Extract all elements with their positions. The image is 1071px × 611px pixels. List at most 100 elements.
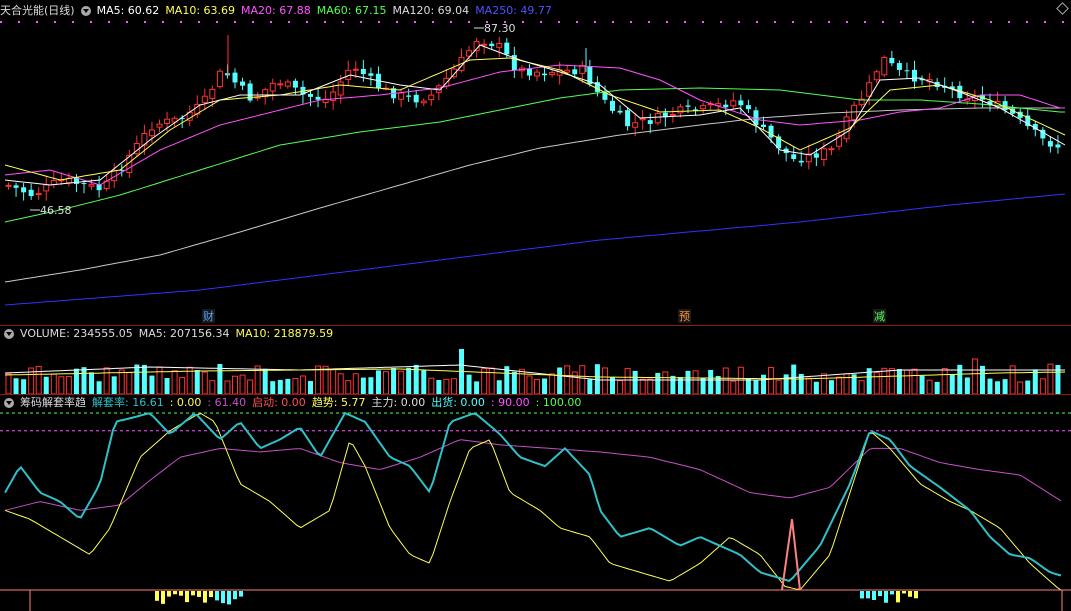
candle-body — [262, 89, 269, 98]
candle-body — [315, 96, 321, 100]
volume-bar — [662, 371, 669, 395]
volume-bar — [745, 378, 751, 394]
candle-body — [738, 100, 744, 106]
candle-body — [723, 104, 729, 108]
volume-bar — [428, 377, 435, 395]
volume-bar — [911, 368, 918, 395]
candle-body — [164, 118, 171, 125]
candle-body — [820, 148, 827, 160]
jietao-line — [4, 411, 1062, 583]
candle-body — [269, 82, 276, 92]
volume-bar — [526, 375, 533, 395]
signal-bar — [167, 591, 171, 597]
event-yu-label: 预 — [679, 310, 690, 323]
candle-body — [481, 43, 488, 46]
volume-bar — [345, 380, 352, 395]
candle-body — [489, 43, 495, 46]
candle-body — [617, 110, 623, 113]
candle-body — [700, 105, 707, 110]
event-jian-label: 减 — [874, 310, 885, 323]
high-price-label: 87.30 — [484, 22, 516, 35]
volume-bar — [65, 375, 72, 395]
candle-body — [904, 70, 910, 72]
candle-body — [413, 94, 419, 103]
volume-bar — [277, 379, 283, 394]
signal-bar — [914, 591, 918, 599]
candle-body — [813, 153, 819, 158]
candle-body — [843, 116, 850, 140]
volume-bar — [13, 378, 19, 394]
volume-bar — [858, 380, 865, 395]
ma20-line — [4, 64, 1065, 186]
signal-bar — [227, 591, 231, 605]
candle-body — [768, 125, 774, 138]
volume-bar — [957, 364, 963, 394]
volume-bar — [896, 369, 902, 394]
volume-bar — [624, 367, 631, 395]
candle-body — [216, 70, 223, 88]
volume-bar — [941, 367, 948, 395]
candle-body — [308, 94, 313, 97]
volume-bar — [805, 377, 812, 395]
candle-body — [13, 185, 19, 188]
volume-bar — [474, 381, 480, 394]
candle-body — [912, 69, 917, 82]
volume-bar — [564, 365, 571, 395]
ma60-line — [4, 87, 1065, 223]
candle-body — [873, 71, 880, 81]
signal-bar — [872, 591, 876, 601]
volume-bar — [224, 380, 231, 395]
volume-bar — [50, 373, 57, 395]
candle-body — [148, 129, 155, 137]
candle-body — [28, 189, 34, 197]
ma250-line — [4, 193, 1066, 306]
candle-body — [1055, 144, 1061, 148]
candle-body — [798, 160, 804, 163]
candle-body — [35, 193, 42, 196]
volume-bar — [557, 367, 563, 394]
volume-bar — [285, 378, 291, 394]
volume-bar — [421, 370, 427, 394]
volume-bar — [926, 379, 933, 395]
volume-bar — [783, 374, 789, 394]
volume-bar — [934, 381, 940, 394]
signal-bar — [878, 591, 882, 597]
volume-bar — [179, 376, 186, 395]
signal-bar — [203, 591, 207, 603]
candle-body — [647, 120, 653, 124]
candle-body — [88, 184, 95, 187]
candle-body — [496, 43, 503, 48]
volume-bar — [375, 370, 381, 394]
event-cai-label: 财 — [203, 309, 214, 323]
candle-body — [368, 73, 374, 76]
volume-bar — [737, 366, 744, 395]
volume-bar — [134, 364, 140, 394]
candle-body — [420, 100, 427, 104]
volume-bar — [730, 380, 737, 395]
candle-body — [572, 69, 578, 75]
candle-body — [224, 73, 230, 76]
signal-bar — [155, 591, 159, 601]
candle-body — [730, 100, 737, 107]
candle-body — [81, 183, 87, 185]
signal-bar — [908, 591, 912, 597]
volume-bar — [753, 380, 759, 394]
low-price-label: 46.58 — [40, 204, 72, 217]
signal-bar — [179, 591, 183, 596]
volume-bar — [126, 372, 133, 395]
volume-bar — [888, 368, 895, 395]
candle-body — [156, 123, 163, 128]
volume-bar — [436, 379, 442, 394]
volume-bar — [1032, 369, 1038, 394]
volume-bar — [398, 370, 405, 395]
volume-bar — [171, 370, 178, 395]
volume-bar — [103, 367, 110, 395]
signal-bar — [233, 591, 237, 600]
candle-body — [625, 110, 631, 127]
candle-body — [21, 187, 27, 193]
volume-bar — [239, 374, 246, 395]
volume-bar — [308, 381, 313, 394]
volume-bar — [587, 379, 593, 394]
power-line — [4, 439, 1062, 511]
candle-body — [1002, 101, 1008, 111]
